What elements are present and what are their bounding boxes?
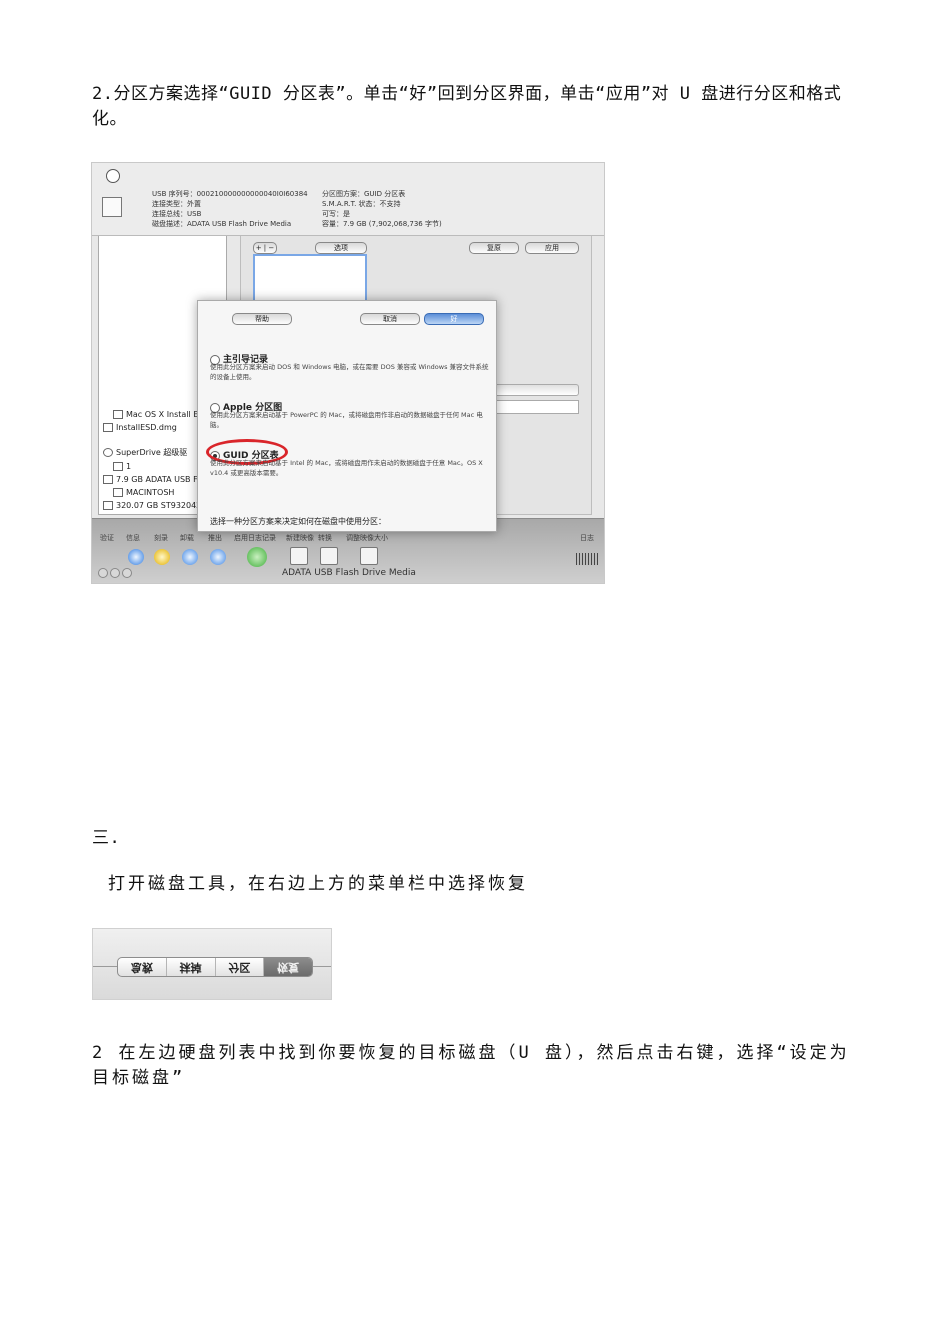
disk-list-item[interactable]: MACINTOSH (113, 488, 174, 497)
toolbar-label-verify: 验证 (100, 534, 114, 542)
disk-info-description: 磁盘描述：ADATA USB Flash Drive Media (152, 220, 292, 228)
disk-info-panel: 磁盘描述：ADATA USB Flash Drive Media 连接总线：US… (92, 163, 604, 236)
disk-list-item[interactable]: Mac OS X Install ESD (113, 410, 210, 419)
ok-button[interactable]: 好 (424, 313, 484, 325)
new-image-icon (290, 547, 308, 565)
disk-info-scheme: 分区图方案：GUID 分区表 (322, 190, 406, 198)
paragraph-open-disk-utility: 打开磁盘工具，在右边上方的菜单栏中选择恢复 (108, 874, 528, 894)
window-minimize-icon (110, 568, 120, 578)
toolbar-label-new-image: 新建映像 (286, 534, 314, 542)
option-apple-desc: 使用此分区方案来启动基于 PowerPC 的 Mac，或将磁盘用作非启动的数据磁… (210, 411, 483, 429)
toolbar-label-convert: 转换 (318, 534, 332, 542)
usb-drive-icon (102, 197, 122, 217)
toolbar-label-eject: 推出 (208, 534, 222, 542)
disk-info-bus: 连接总线：USB (152, 210, 202, 218)
section-number: 三. (92, 828, 121, 848)
disk-info-serial: USB 序列号：000210000000000040I0I60384 (152, 190, 308, 198)
toolbar-label-info: 信息 (126, 534, 140, 542)
tab-erase[interactable]: 抹掉 (167, 958, 216, 976)
disk-info-capacity: 容量：7.9 GB (7,902,068,736 字节) (322, 220, 442, 228)
restore-tab-screenshot: 急救 抹掉 分区 恢复 (92, 928, 332, 1000)
toolbar-label-unmount: 卸载 (180, 534, 194, 542)
apply-button[interactable]: 应用 (525, 242, 579, 254)
unmount-icon (182, 549, 198, 565)
disk-info-writable: 可写：是 (322, 210, 350, 218)
option-mbr-desc: 使用此分区方案来启动 DOS 和 Windows 电脑，或在需要 DOS 兼容或… (210, 363, 489, 381)
disk-list-item[interactable]: SuperDrive 超级驱 (103, 447, 187, 458)
sheet-heading: 选择一种分区方案来决定如何在磁盘中使用分区： (210, 517, 386, 526)
toolbar-label-journal: 启用日志记录 (234, 534, 276, 542)
paragraph-select-target-disk: 2 在左边硬盘列表中找到你要恢复的目标磁盘（U 盘），然后点击右键，选择“设定为… (92, 1043, 850, 1088)
disk-info-smart: S.M.A.R.T. 状态：不支持 (322, 200, 401, 208)
disk-info-type: 连接类型：外置 (152, 200, 201, 208)
tab-first-aid[interactable]: 急救 (118, 958, 167, 976)
disk-list-item[interactable]: 1 (113, 462, 131, 471)
window-zoom-icon (122, 568, 132, 578)
option-guid-desc: 使用此分区方案来启动基于 Intel 的 Mac，或将磁盘用作未启动的数据磁盘于… (210, 459, 483, 477)
tab-partition[interactable]: 分区 (216, 958, 265, 976)
window-title: ADATA USB Flash Drive Media (282, 568, 416, 578)
disk-utility-tab-bar: 急救 抹掉 分区 恢复 (117, 957, 313, 977)
disk-utility-screenshot: ADATA USB Flash Drive Media 验证 信息 刻录 卸载 … (91, 162, 605, 584)
window-close-icon (98, 568, 108, 578)
cancel-button[interactable]: 取消 (360, 313, 420, 325)
revert-button[interactable]: 复原 (469, 242, 519, 254)
disk-list-item[interactable]: 7.9 GB ADATA USB Fl (103, 475, 200, 484)
partition-scheme-sheet: 选择一种分区方案来决定如何在磁盘中使用分区： GUID 分区表 使用此分区方案来… (197, 300, 497, 532)
tab-restore[interactable]: 恢复 (264, 958, 312, 976)
info-icon (128, 549, 144, 565)
resize-image-icon (360, 547, 378, 565)
toolbar-label-log: 日志 (580, 534, 594, 542)
disk-list-item[interactable]: InstallESD.dmg (103, 423, 177, 432)
toolbar-label-resize: 调整映像大小 (346, 534, 388, 542)
burn-icon (154, 549, 170, 565)
log-icon (576, 553, 598, 565)
options-button[interactable]: 选项 (315, 242, 367, 254)
disk-list-item[interactable]: 320.07 GB ST9320423 (103, 501, 206, 510)
help-button[interactable]: 帮助 (232, 313, 292, 325)
power-icon (106, 169, 120, 183)
toolbar-label-burn: 刻录 (154, 534, 168, 542)
eject-icon (210, 549, 226, 565)
convert-icon (320, 547, 338, 565)
add-remove-partition-button[interactable]: + | − (253, 242, 277, 254)
journal-icon (247, 547, 267, 567)
paragraph-step2: 2.分区方案选择“GUID 分区表”。单击“好”回到分区界面，单击“应用”对 U… (92, 84, 842, 129)
